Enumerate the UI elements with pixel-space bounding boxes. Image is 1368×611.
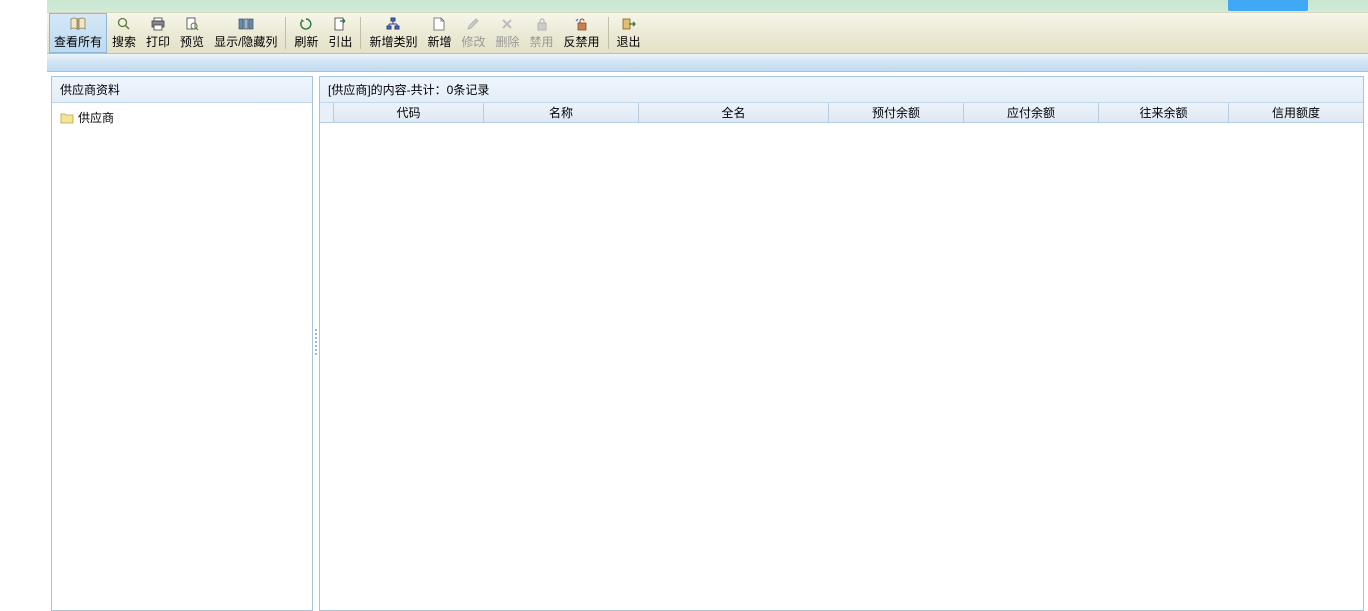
add-category-button[interactable]: 新增类别 [364,13,422,53]
exit-label: 退出 [617,33,641,50]
folder-icon [60,112,74,124]
content-header: [供应商]的内容-共计：0条记录 [320,77,1363,103]
exit-icon [622,16,636,31]
delete-label: 删除 [495,33,519,50]
view-all-button[interactable]: 查看所有 [49,13,107,53]
preview-icon [185,16,199,31]
add-category-label: 新增类别 [369,33,417,50]
delete-icon [501,16,513,31]
edit-button[interactable]: 修改 [456,13,490,53]
search-label: 搜索 [112,33,136,50]
undisable-label: 反禁用 [564,33,600,50]
printer-icon [151,16,165,31]
refresh-label: 刷新 [294,33,318,50]
columns-icon [238,16,254,31]
unlock-icon [575,16,589,31]
title-strip [47,0,1368,12]
right-panel: [供应商]的内容-共计：0条记录 代码 名称 全名 预付余额 应付余额 往来余额… [319,76,1364,611]
disable-button[interactable]: 禁用 [525,13,559,53]
add-label: 新增 [427,33,451,50]
splitter-grip-icon [315,329,317,355]
col-payable[interactable]: 应付余额 [964,103,1099,122]
export-label: 引出 [328,33,352,50]
export-button[interactable]: 引出 [323,13,357,53]
content-area: 供应商资料 供应商 [供应商]的内容-共计：0条记录 代码 名称 [47,72,1368,611]
search-icon [117,16,131,31]
book-open-icon [70,16,86,31]
gradient-strip [47,54,1368,72]
tree-root-label: 供应商 [78,109,114,126]
delete-button[interactable]: 删除 [490,13,524,53]
lock-icon [536,16,548,31]
table-header: 代码 名称 全名 预付余额 应付余额 往来余额 信用额度 [320,103,1363,123]
col-prepaid[interactable]: 预付余额 [829,103,964,122]
print-button[interactable]: 打印 [141,13,175,53]
exit-button[interactable]: 退出 [612,13,646,53]
sidebar-title: 供应商资料 [52,77,312,103]
edit-icon [466,16,480,31]
tree-view[interactable]: 供应商 [52,103,312,610]
col-balance[interactable]: 往来余额 [1099,103,1229,122]
refresh-icon [299,16,313,31]
tree-add-icon [386,16,400,31]
app-area: 查看所有 搜索 打印 预览 显示/隐藏列 [47,0,1368,611]
new-doc-icon [433,16,445,31]
left-panel: 供应商资料 供应商 [51,76,313,611]
left-gutter [0,0,47,611]
preview-label: 预览 [180,33,204,50]
system-badge [1228,0,1308,11]
print-label: 打印 [146,33,170,50]
col-fullname[interactable]: 全名 [639,103,829,122]
col-code[interactable]: 代码 [334,103,484,122]
tree-root-item[interactable]: 供应商 [56,107,308,128]
toolbar-separator [608,17,609,49]
toolbar-separator [285,17,286,49]
toolbar-separator [360,17,361,49]
row-selector-header[interactable] [320,103,334,122]
col-credit[interactable]: 信用额度 [1229,103,1363,122]
disable-label: 禁用 [530,33,554,50]
search-button[interactable]: 搜索 [107,13,141,53]
preview-button[interactable]: 预览 [175,13,209,53]
export-icon [333,16,347,31]
toggle-columns-button[interactable]: 显示/隐藏列 [209,13,282,53]
refresh-button[interactable]: 刷新 [289,13,323,53]
col-name[interactable]: 名称 [484,103,639,122]
edit-label: 修改 [461,33,485,50]
undisable-button[interactable]: 反禁用 [559,13,605,53]
toggle-columns-label: 显示/隐藏列 [214,33,277,50]
toolbar: 查看所有 搜索 打印 预览 显示/隐藏列 [47,12,1368,54]
table-body[interactable] [320,123,1363,610]
add-button[interactable]: 新增 [422,13,456,53]
view-all-label: 查看所有 [54,33,102,50]
